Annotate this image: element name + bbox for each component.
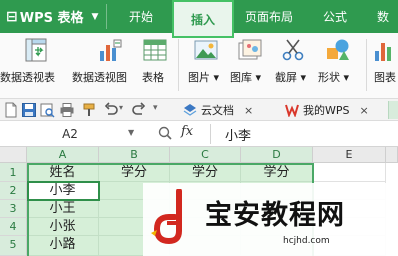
column-header-d[interactable]: D: [241, 147, 313, 163]
cell-a2[interactable]: 小李: [27, 182, 99, 200]
ribbon-separator: [366, 39, 367, 91]
row-header-4[interactable]: 4: [0, 218, 27, 236]
screenshot-label: 截屏 ▾: [275, 71, 307, 84]
screenshot-button[interactable]: 截屏 ▾: [273, 35, 313, 95]
picture-icon: [194, 40, 218, 60]
undo-dropdown-icon[interactable]: ▾: [119, 103, 123, 112]
tab-cloud-docs-label: 云文档: [201, 104, 234, 117]
cell-a4[interactable]: 小张: [27, 218, 99, 236]
app-name: WPS 表格: [19, 11, 84, 26]
print-icon[interactable]: [59, 102, 75, 118]
menu-divider: [106, 4, 107, 29]
row-header-3[interactable]: 3: [0, 200, 27, 218]
tab-my-wps-label: 我的WPS: [303, 104, 350, 117]
scissors-icon: [282, 39, 304, 61]
tab-home[interactable]: 开始: [110, 0, 172, 33]
formula-input[interactable]: 小李: [225, 125, 251, 144]
watermark-logo-icon: [151, 189, 182, 245]
pivot-chart-icon: [100, 39, 122, 61]
chevron-down-icon: ▼: [91, 11, 99, 22]
tab-page-layout[interactable]: 页面布局: [234, 0, 304, 33]
pivot-chart-label: 数据透视图: [72, 71, 127, 84]
cell-a1[interactable]: 姓名: [27, 163, 99, 182]
cell-d1[interactable]: 学分: [241, 163, 313, 182]
shape-label: 形状 ▾: [318, 71, 350, 84]
watermark-url: hcjhd.com: [283, 236, 330, 246]
pivot-chart-button[interactable]: 数据透视图: [72, 35, 138, 95]
pivot-table-button[interactable]: 数据透视表: [0, 35, 64, 95]
column-header-b[interactable]: B: [99, 147, 170, 163]
gallery-button[interactable]: 图库 ▾: [230, 35, 270, 95]
watermark: 宝安教程网 hcjhd.com: [143, 183, 398, 256]
column-header-c[interactable]: C: [170, 147, 241, 163]
tab-data[interactable]: 数: [368, 0, 398, 33]
table-icon: [143, 39, 167, 61]
picture-label: 图片 ▾: [188, 71, 220, 84]
tab-formulas[interactable]: 公式: [305, 0, 365, 33]
watermark-title: 宝安教程网: [205, 200, 345, 231]
select-all-corner[interactable]: [0, 147, 27, 163]
column-header-f[interactable]: [386, 147, 398, 163]
chart-button[interactable]: 图表: [372, 35, 398, 95]
insert-function-button[interactable]: fx: [181, 124, 193, 139]
title-bar: ⊟ WPS 表格 ▼ 开始 插入 页面布局 公式 数: [0, 0, 398, 38]
wps-icon: [285, 104, 299, 117]
row-header-2[interactable]: 2: [0, 182, 27, 200]
shape-button[interactable]: 形状 ▾: [316, 35, 360, 95]
save-icon[interactable]: [21, 102, 37, 118]
formula-bar: A2 ▼ fx 小李: [0, 121, 398, 147]
close-icon[interactable]: ×: [244, 104, 253, 117]
ribbon: 数据透视表 数据透视图 表格 图片 ▾ 图库 ▾ 截屏 ▾ 形状 ▾ 图表: [0, 33, 398, 99]
table-label: 表格: [142, 71, 164, 84]
undo-icon[interactable]: [103, 102, 119, 118]
chart-icon: [375, 43, 391, 61]
cell-a3[interactable]: 小王: [27, 200, 99, 218]
wps-logo-icon: ⊟: [6, 8, 18, 25]
chevron-down-icon[interactable]: ▼: [128, 128, 134, 137]
tab-cloud-docs[interactable]: 云文档 ×: [183, 100, 253, 120]
picture-button[interactable]: 图片 ▾: [186, 35, 226, 95]
print-preview-icon[interactable]: [39, 102, 55, 118]
tab-workbook[interactable]: [388, 101, 398, 119]
app-menu-button[interactable]: ⊟ WPS 表格 ▼: [0, 0, 106, 33]
formula-divider: [210, 124, 211, 144]
close-icon[interactable]: ×: [360, 104, 369, 117]
column-header-a[interactable]: A: [27, 147, 99, 163]
row-header-5[interactable]: 5: [0, 236, 27, 256]
shapes-icon: [327, 39, 349, 60]
zoom-icon[interactable]: [157, 125, 173, 141]
cell-c1[interactable]: 学分: [170, 163, 241, 182]
row-header-1[interactable]: 1: [0, 163, 27, 182]
redo-icon[interactable]: [131, 102, 147, 118]
new-file-icon[interactable]: [3, 102, 19, 118]
pivot-table-icon: [25, 38, 47, 62]
more-commands-icon[interactable]: ▾: [153, 103, 158, 113]
chart-label: 图表: [374, 71, 396, 84]
format-painter-icon[interactable]: [81, 102, 97, 118]
cell-e1[interactable]: [313, 163, 386, 182]
tab-insert[interactable]: 插入: [172, 0, 234, 38]
ribbon-separator: [178, 39, 179, 91]
cell-a5[interactable]: 小路: [27, 236, 99, 256]
column-header-e[interactable]: E: [313, 147, 386, 163]
quick-access-toolbar: ▾ ▾ 云文档 × 我的WPS ×: [0, 99, 398, 121]
cell-b1[interactable]: 学分: [99, 163, 170, 182]
table-button[interactable]: 表格: [140, 35, 170, 95]
name-box[interactable]: A2: [0, 124, 140, 144]
gallery-label: 图库 ▾: [230, 71, 262, 84]
cloud-icon: [183, 104, 197, 116]
tab-my-wps[interactable]: 我的WPS ×: [285, 100, 369, 120]
pivot-table-label: 数据透视表: [0, 71, 55, 84]
gallery-icon: [238, 39, 262, 60]
